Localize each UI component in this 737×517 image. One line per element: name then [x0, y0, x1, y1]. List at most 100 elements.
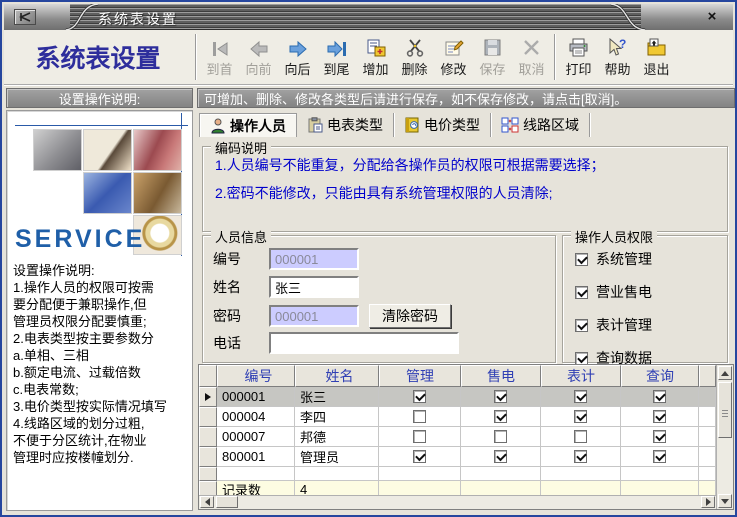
horizontal-scrollbar[interactable]: [199, 495, 716, 509]
service-collage-image: SERVICE: [7, 111, 192, 256]
scroll-left-button[interactable]: [200, 496, 214, 508]
book-icon: [404, 117, 420, 133]
scissors-icon: [404, 36, 426, 58]
toolbar-button-向后[interactable]: 向后: [278, 32, 317, 82]
column-header-表计[interactable]: 表计: [541, 365, 621, 387]
tab-操作人员[interactable]: 操作人员: [199, 113, 297, 137]
row-indicator: [199, 447, 217, 467]
field-row-编号: 编号: [213, 248, 359, 270]
grid-checkbox-icon[interactable]: [413, 410, 426, 423]
tab-电表类型[interactable]: 电表类型: [297, 113, 394, 137]
grid-checkbox-icon[interactable]: [494, 410, 507, 423]
电话-input[interactable]: [269, 332, 459, 354]
close-icon[interactable]: ×: [703, 8, 721, 26]
scroll-right-button[interactable]: [701, 496, 715, 508]
exit-icon: [645, 36, 669, 58]
toolbar-button-修改[interactable]: 修改: [434, 32, 473, 82]
grid-checkbox-icon[interactable]: [413, 390, 426, 403]
grid-checkbox-icon[interactable]: [574, 430, 587, 443]
toolbar-button-label: 到首: [206, 59, 232, 78]
titlebar-swoosh-right: [607, 4, 647, 30]
column-header-查询[interactable]: 查询: [621, 365, 699, 387]
permission-营业售电[interactable]: 营业售电: [575, 282, 727, 302]
photo-tile-books: [133, 172, 182, 214]
toolbar-button-帮助[interactable]: ?帮助: [598, 32, 637, 82]
clear-password-button[interactable]: 清除密码: [369, 304, 451, 328]
window-title: 系统表设置: [98, 9, 178, 29]
toolbar-button-label: 向前: [245, 59, 271, 78]
toolbar-button-取消: 取消: [512, 32, 551, 82]
permission-表计管理[interactable]: 表计管理: [575, 315, 727, 335]
title-bar[interactable]: 系统表设置 ×: [4, 4, 733, 30]
cell-id: 000001: [217, 387, 295, 407]
column-header-编号[interactable]: 编号: [217, 365, 295, 387]
page-title: 系统表设置: [4, 39, 192, 75]
toolbar-button-到首: 到首: [200, 32, 239, 82]
permission-items: 系统管理营业售电表计管理查询数据: [563, 249, 727, 368]
scroll-down-button[interactable]: [718, 494, 732, 508]
tab-label: 操作人员: [230, 116, 286, 136]
tab-电价类型[interactable]: 电价类型: [394, 113, 491, 137]
checkbox-icon[interactable]: [575, 253, 588, 266]
vertical-scroll-thumb[interactable]: [718, 382, 732, 438]
toolbar-button-删除[interactable]: 删除: [395, 32, 434, 82]
person-icon: [210, 118, 226, 134]
toolbar-button-向前: 向前: [239, 32, 278, 82]
column-header-管理[interactable]: 管理: [379, 365, 461, 387]
horizontal-scroll-thumb[interactable]: [216, 496, 238, 508]
cell-id: 800001: [217, 447, 295, 467]
grid-checkbox-icon[interactable]: [413, 450, 426, 463]
grid-checkbox-icon[interactable]: [413, 430, 426, 443]
grid-checkbox-icon[interactable]: [653, 450, 666, 463]
table-row[interactable]: 000004李四: [199, 407, 716, 427]
operation-note-line: c.电表常数;: [13, 381, 190, 398]
field-label: 电话: [213, 333, 269, 353]
toolbar-button-打印[interactable]: 打印: [559, 32, 598, 82]
grid-checkbox-icon[interactable]: [653, 410, 666, 423]
cancel-icon: [521, 36, 543, 58]
checkbox-icon[interactable]: [575, 319, 588, 332]
field-row-姓名: 姓名: [213, 276, 359, 298]
column-header-姓名[interactable]: 姓名: [295, 365, 379, 387]
grid-checkbox-icon[interactable]: [653, 430, 666, 443]
grid-checkbox-icon[interactable]: [494, 430, 507, 443]
permission-系统管理[interactable]: 系统管理: [575, 249, 727, 269]
vertical-scrollbar[interactable]: [716, 365, 733, 509]
grid-checkbox-icon[interactable]: [574, 450, 587, 463]
table-row[interactable]: 000007邦德: [199, 427, 716, 447]
operation-note-line: 设置操作说明:: [13, 262, 190, 279]
tab-bar: 操作人员电表类型电价类型 线路区域: [199, 113, 590, 137]
operation-note-line: 1.操作人员的权限可按需: [13, 279, 190, 296]
toolbar-button-label: 帮助: [604, 59, 630, 78]
operators-table: 编号姓名管理售电表计查询000001张三000004李四000007邦德8000…: [198, 364, 734, 510]
toolbar-button-退出[interactable]: 退出: [637, 32, 676, 82]
table-row[interactable]: 800001管理员: [199, 447, 716, 467]
cell-name: 邦德: [295, 427, 379, 447]
toolbar: 系统表设置 到首向前向后到尾增加删除修改保存取消打印?帮助退出: [4, 30, 733, 86]
grid-checkbox-icon[interactable]: [653, 390, 666, 403]
grid-checkbox-icon[interactable]: [574, 390, 587, 403]
姓名-input[interactable]: [269, 276, 359, 298]
toolbar-buttons: 到首向前向后到尾增加删除修改保存取消打印?帮助退出: [200, 32, 676, 82]
toolbar-button-到尾[interactable]: 到尾: [317, 32, 356, 82]
checkbox-icon[interactable]: [575, 352, 588, 365]
tab-线路区域[interactable]: 线路区域: [491, 113, 590, 137]
sidebar-header: 设置操作说明:: [6, 88, 193, 108]
grid-checkbox-icon[interactable]: [574, 410, 587, 423]
grid-checkbox-icon[interactable]: [494, 390, 507, 403]
row-indicator: [199, 407, 217, 427]
table-row[interactable]: 000001张三: [199, 387, 716, 407]
grid-checkbox-icon[interactable]: [494, 450, 507, 463]
edit-icon: [443, 36, 465, 58]
cell-name: 管理员: [295, 447, 379, 467]
cell-name: 张三: [295, 387, 379, 407]
operation-notes: 设置操作说明:1.操作人员的权限可按需要分配便于兼职操作,但管理员权限分配要慎重…: [7, 256, 192, 466]
toolbar-button-label: 增加: [362, 59, 388, 78]
checkbox-icon[interactable]: [575, 286, 588, 299]
toolbar-button-label: 到尾: [323, 59, 349, 78]
toolbar-button-增加[interactable]: 增加: [356, 32, 395, 82]
scroll-up-button[interactable]: [718, 366, 732, 380]
toolbar-button-label: 删除: [401, 59, 427, 78]
column-header-售电[interactable]: 售电: [461, 365, 541, 387]
tab-label: 线路区域: [523, 115, 579, 135]
